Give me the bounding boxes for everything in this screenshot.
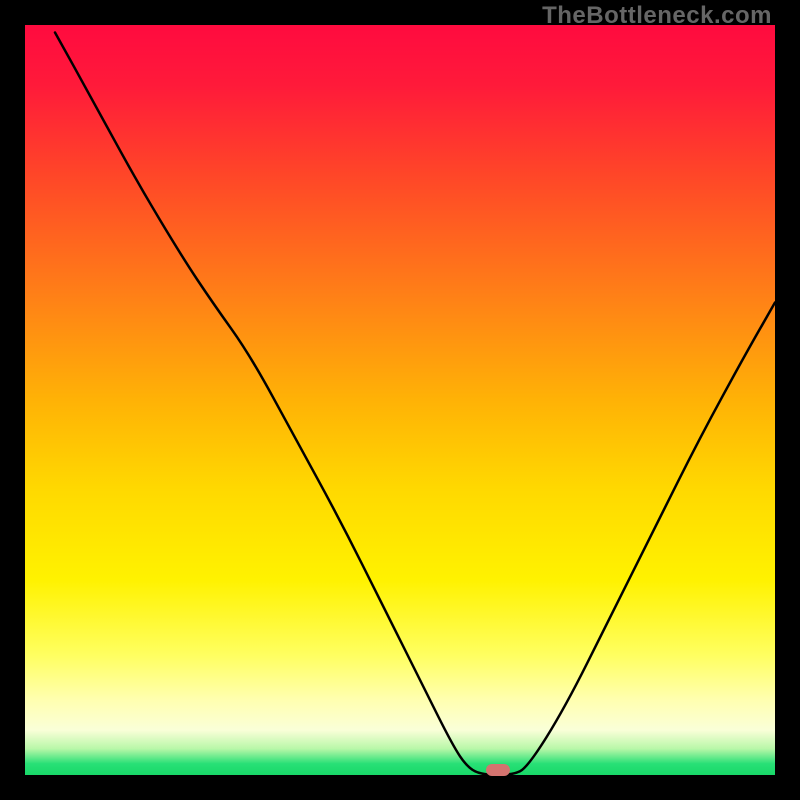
- watermark-text: TheBottleneck.com: [542, 2, 772, 30]
- chart-frame: [25, 25, 775, 775]
- optimal-marker: [486, 764, 510, 776]
- chart-svg: [25, 25, 775, 775]
- gradient-background: [25, 25, 775, 775]
